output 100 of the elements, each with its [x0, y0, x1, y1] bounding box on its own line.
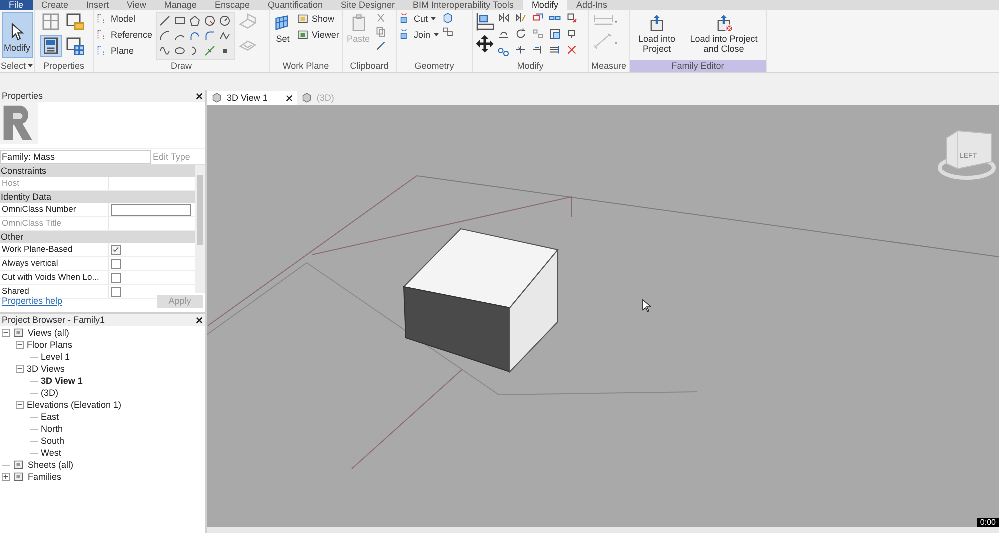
property-group-header[interactable]: Other — [0, 231, 195, 243]
tree-item[interactable]: East — [41, 412, 60, 422]
wall-join-icon[interactable] — [442, 26, 454, 38]
load-button[interactable]: Load into Project and Close — [685, 12, 763, 56]
tree-node-icon — [13, 459, 25, 471]
properties-window-icon[interactable] — [41, 36, 61, 56]
grid-window-icon — [297, 13, 309, 25]
property-name: OmniClass Number — [0, 203, 109, 216]
checkbox[interactable] — [111, 272, 121, 282]
fillet-arc-icon[interactable] — [204, 30, 216, 42]
tree-node-icon — [13, 471, 25, 483]
geometry-button[interactable]: Join — [399, 28, 439, 42]
checkbox[interactable] — [111, 258, 121, 268]
draw-mode-button[interactable]: Model — [96, 12, 136, 26]
scale-icon[interactable] — [549, 28, 561, 40]
ribbon-tab[interactable]: Create — [32, 0, 78, 10]
collapse-icon[interactable] — [16, 401, 24, 409]
ribbon-tab[interactable]: Quantification — [258, 0, 332, 10]
load-upload-icon — [715, 14, 733, 32]
unpin-icon[interactable] — [566, 12, 578, 24]
trim-icon[interactable] — [515, 44, 527, 56]
modify-button[interactable]: Modify — [2, 12, 33, 58]
draw-mode-button[interactable]: Reference — [96, 28, 153, 42]
panel-label: Family Editor — [630, 60, 766, 72]
ribbon-tab[interactable]: File — [0, 0, 33, 10]
pick-line-icon[interactable] — [204, 45, 216, 57]
close-icon[interactable] — [196, 316, 203, 324]
tree-item[interactable]: 3D View 1 — [41, 376, 83, 386]
extend-multiple-icon[interactable] — [549, 44, 561, 56]
tree-item[interactable]: 3D Views — [27, 364, 65, 374]
move-arrows-icon[interactable] — [475, 34, 495, 54]
arc-icon[interactable] — [188, 30, 201, 42]
cube-icon[interactable] — [442, 12, 454, 24]
view-cube-tab-icon — [211, 92, 223, 104]
ribbon-tab[interactable]: Add-Ins — [567, 0, 616, 10]
box-drawing[interactable] — [403, 228, 559, 374]
ribbon-tab[interactable]: View — [118, 0, 156, 10]
property-name: Host — [0, 177, 109, 190]
delete-icon[interactable] — [566, 44, 578, 56]
ribbon-tab[interactable]: Enscape — [206, 0, 259, 10]
pin-icon[interactable] — [566, 28, 578, 40]
tree-item[interactable]: Elevations (Elevation 1) — [27, 400, 122, 410]
draw-mode-button[interactable]: Plane — [96, 44, 134, 58]
align-icon[interactable] — [475, 12, 495, 32]
ribbon-tab[interactable]: Insert — [78, 0, 118, 10]
extend-icon[interactable] — [532, 44, 544, 56]
close-icon[interactable] — [286, 94, 293, 102]
collapse-icon[interactable] — [2, 329, 10, 337]
work-plane-button[interactable]: Viewer — [297, 28, 340, 42]
split-icon[interactable] — [532, 28, 544, 40]
expand-icon[interactable] — [2, 473, 10, 481]
ribbon-tab[interactable]: Site Designer — [332, 0, 404, 10]
ribbon-tab[interactable]: BIM Interoperability Tools — [404, 0, 523, 10]
collapse-icon[interactable] — [16, 341, 24, 349]
arc-icon[interactable] — [158, 30, 171, 42]
properties-help-link[interactable]: Properties help — [2, 296, 63, 306]
checkbox[interactable] — [111, 244, 121, 254]
close-icon[interactable] — [196, 92, 203, 100]
video-timestamp: 0:00 — [977, 518, 999, 527]
ribbon-tab[interactable]: Modify — [522, 0, 568, 10]
property-group-header[interactable]: Identity Data — [0, 191, 195, 203]
rotate-icon[interactable] — [515, 28, 527, 40]
match-brush-icon[interactable] — [375, 40, 388, 52]
load-button[interactable]: Load into Project — [632, 12, 682, 56]
tree-item[interactable]: Floor Plans — [27, 340, 73, 350]
tree-item[interactable]: Level 1 — [41, 352, 70, 362]
tree-item[interactable]: South — [41, 436, 65, 446]
circle-icon[interactable] — [218, 15, 231, 27]
tree-item[interactable]: (3D) — [41, 388, 58, 398]
mirror-draw-icon[interactable] — [515, 12, 527, 24]
property-group-header[interactable]: Constraints — [0, 165, 195, 177]
pentagon-icon[interactable] — [188, 15, 201, 27]
caret-icon[interactable] — [28, 64, 33, 68]
family-dropdown[interactable]: Family: Mass — [0, 150, 151, 164]
work-plane-button[interactable]: Show — [297, 12, 335, 26]
rectangle-icon[interactable] — [174, 15, 186, 27]
mirror-icon[interactable] — [498, 12, 510, 24]
panel-label[interactable]: Select — [0, 60, 26, 72]
line-icon[interactable] — [158, 15, 171, 27]
ribbon-tab[interactable]: Manage — [155, 0, 206, 10]
tree-item[interactable]: Families — [28, 472, 62, 482]
circle-icon[interactable] — [204, 15, 216, 27]
collapse-icon[interactable] — [16, 365, 24, 373]
tree-item[interactable]: Sheets (all) — [28, 460, 74, 470]
window-folder-icon[interactable] — [65, 12, 85, 32]
tree-item[interactable]: North — [41, 424, 64, 434]
geometry-button[interactable]: Cut — [399, 12, 436, 26]
set-button[interactable]: Set — [272, 12, 294, 46]
checkbox[interactable] — [111, 286, 121, 296]
tree-item[interactable]: Views (all) — [28, 328, 70, 338]
scrollbar[interactable] — [195, 165, 205, 293]
property-name: Shared — [0, 285, 109, 298]
document-tab[interactable]: 3D View 1 — [207, 91, 297, 105]
tree-item[interactable]: West — [41, 448, 62, 458]
property-input-field[interactable] — [111, 204, 191, 216]
copy-pages-icon[interactable] — [375, 26, 388, 38]
cursor-icon — [642, 299, 652, 313]
window-grid-icon[interactable] — [65, 36, 85, 56]
wave-icon[interactable] — [158, 45, 171, 57]
spline-icon[interactable] — [218, 30, 231, 42]
